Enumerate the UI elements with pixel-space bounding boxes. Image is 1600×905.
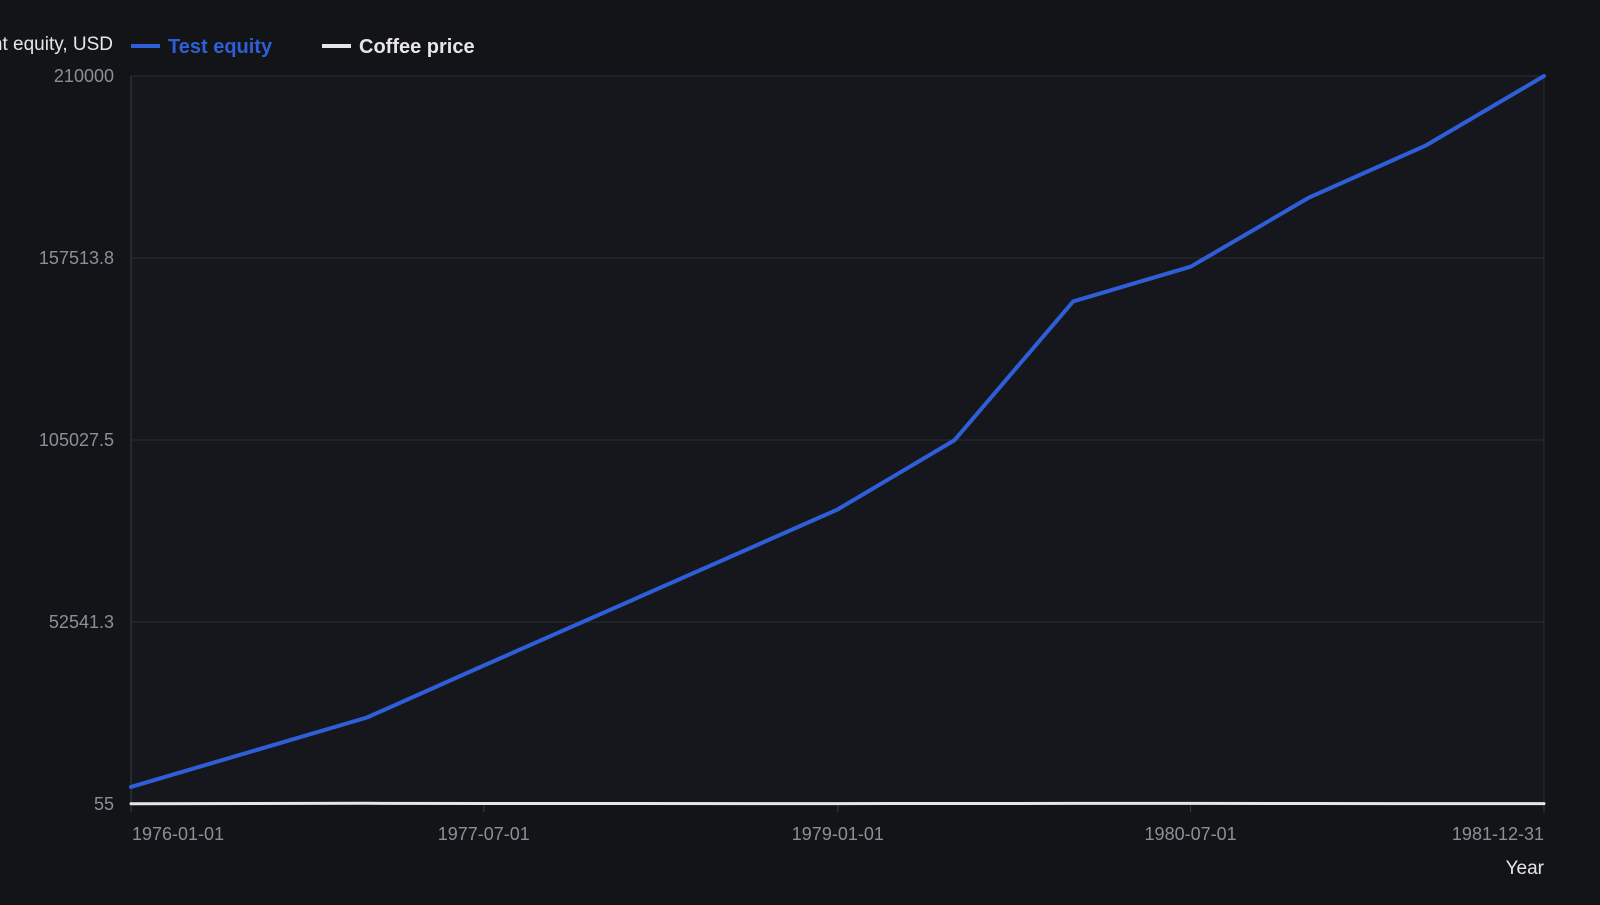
y-tick-label: 157513.8 [39,248,114,268]
series-line-coffee-price [129,801,1546,806]
legend: Test equity Coffee price [131,36,475,58]
x-tick-label: 1979-01-01 [792,824,884,844]
x-tick-label: 1981-12-31 [1452,824,1544,844]
line-chart: 210000 157513.8 105027.5 52541.3 55 1976-01-0… [0,34,1546,879]
y-tick-label: 52541.3 [49,612,114,632]
legend-label-coffee-price[interactable]: Coffee price [359,36,475,58]
y-tick-label: 210000 [54,66,114,86]
x-axis-label: Year [1506,858,1545,879]
chart-root: 210000 157513.8 105027.5 52541.3 55 1976-01-0… [0,0,1600,900]
y-axis-label: nt equity, USD [0,34,113,55]
x-tick-label: 1976-01-01 [132,824,224,844]
y-tick-label: 105027.5 [39,430,114,450]
x-tick-label: 1977-07-01 [438,824,530,844]
legend-label-test-equity[interactable]: Test equity [168,36,273,58]
y-tick-label: 55 [94,794,114,814]
x-tick-label: 1980-07-01 [1145,824,1237,844]
